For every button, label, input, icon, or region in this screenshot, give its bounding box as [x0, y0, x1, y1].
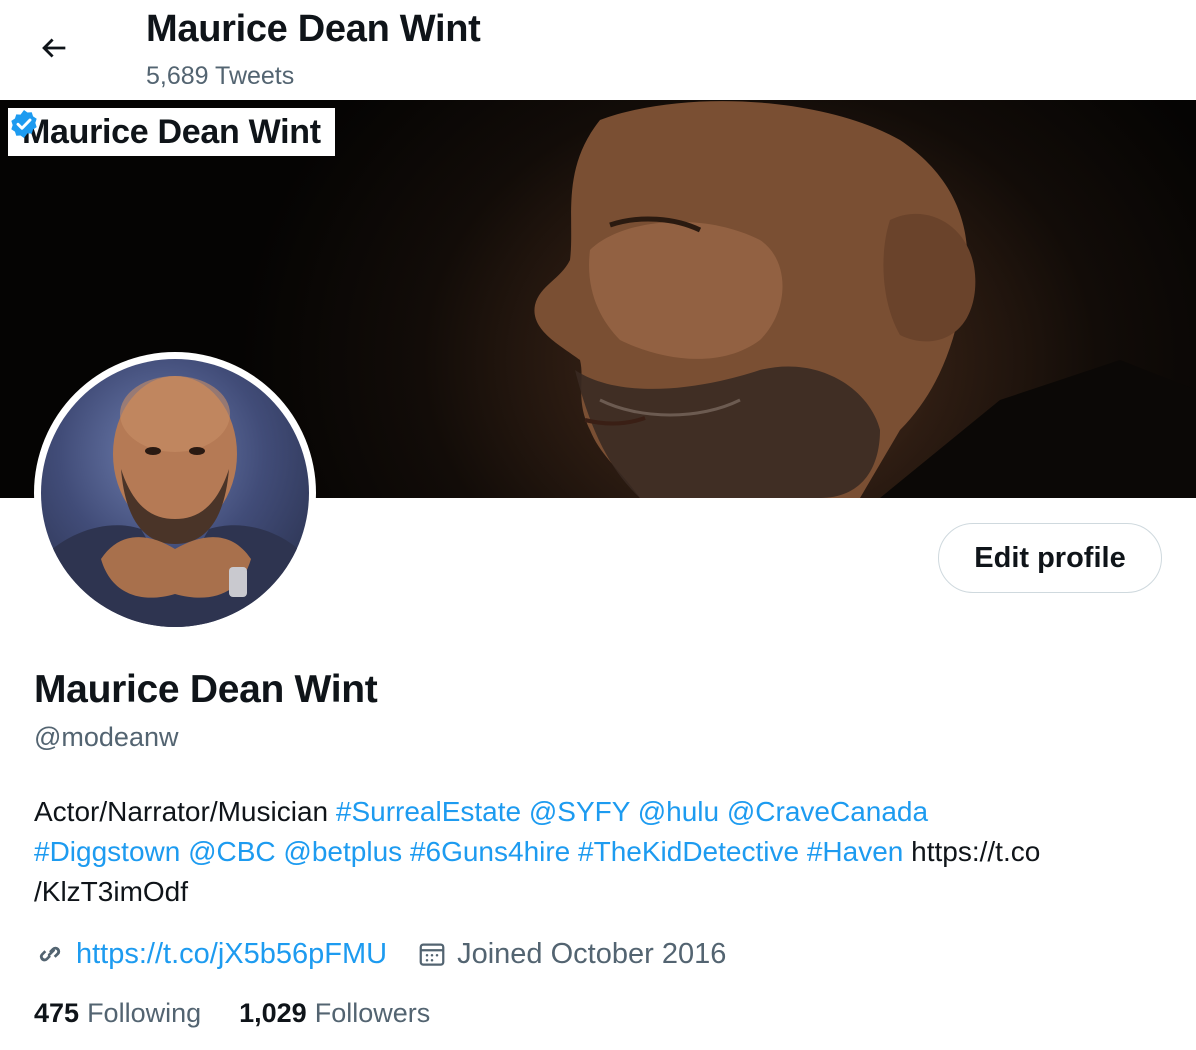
following-label: Following — [87, 998, 202, 1028]
header-title: Maurice Dean Wint — [146, 8, 481, 50]
bio-hashtag-link[interactable]: #TheKidDetective — [578, 836, 799, 867]
bio-hashtag-link[interactable]: #6Guns4hire — [410, 836, 570, 867]
profile-meta: https://t.co/jX5b56pFMU Joined October 2… — [34, 932, 726, 976]
followers-label: Followers — [314, 998, 431, 1028]
back-button[interactable] — [30, 24, 78, 72]
tweet-count: 5,689 Tweets — [146, 62, 295, 90]
verified-badge-icon — [11, 110, 37, 138]
bio-mention-link[interactable]: @betplus — [283, 836, 402, 867]
calendar-icon — [419, 943, 445, 966]
bio-mention-link[interactable]: @SYFY — [529, 796, 630, 827]
following-count: 475 — [34, 998, 80, 1028]
joined-date: Joined October 2016 — [457, 937, 727, 970]
bio-url-text[interactable]: https://t.co — [903, 836, 1040, 867]
avatar-image — [41, 359, 309, 627]
top-bar: Maurice Dean Wint 5,689 Tweets — [0, 0, 1196, 100]
bio-mention-link[interactable]: @CraveCanada — [727, 796, 928, 827]
banner-name-label: Maurice Dean Wint — [8, 108, 335, 156]
profile-website-link[interactable]: https://t.co/jX5b56pFMU — [76, 938, 387, 971]
bio-mention-link[interactable]: @hulu — [638, 796, 719, 827]
followers-stat[interactable]: 1,029 Followers — [239, 998, 430, 1029]
following-stat[interactable]: 475 Following — [34, 998, 201, 1029]
avatar[interactable] — [34, 352, 316, 634]
banner-name-text: Maurice Dean Wint — [22, 112, 321, 151]
bio-text: Actor/Narrator/Musician — [34, 796, 336, 827]
profile-handle: @modeanw — [34, 722, 179, 752]
profile-bio: Actor/Narrator/Musician #SurrealEstate @… — [34, 792, 1174, 912]
bio-hashtag-link[interactable]: #SurrealEstate — [336, 796, 521, 827]
link-icon — [39, 946, 61, 962]
followers-count: 1,029 — [239, 998, 307, 1028]
bio-hashtag-link[interactable]: #Diggstown — [34, 836, 180, 867]
bio-hashtag-link[interactable]: #Haven — [807, 836, 904, 867]
bio-mention-link[interactable]: @CBC — [188, 836, 276, 867]
profile-display-name: Maurice Dean Wint — [34, 668, 378, 711]
bio-url-text[interactable]: /KlzT3imOdf — [34, 876, 188, 907]
edit-profile-button[interactable]: Edit profile — [938, 523, 1162, 593]
arrow-left-icon — [42, 38, 66, 58]
follow-stats: 475 Following 1,029 Followers — [34, 998, 430, 1029]
